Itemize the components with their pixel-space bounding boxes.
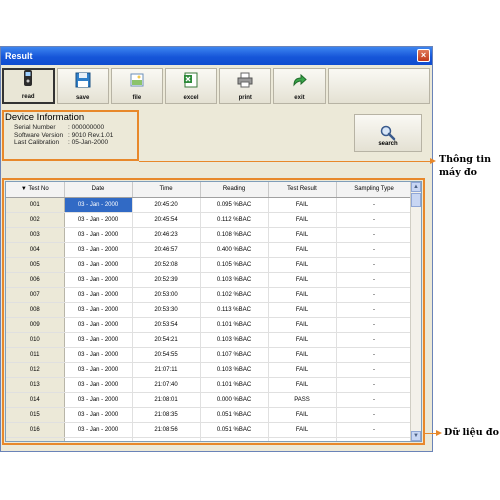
search-label: search (378, 141, 398, 147)
search-button[interactable]: search (354, 114, 422, 152)
magnifier-icon (380, 125, 396, 141)
toolbar-button-exit[interactable]: exit (273, 68, 326, 104)
excel-icon (183, 72, 199, 95)
toolbar-label: save (75, 95, 90, 101)
data-arrowhead (436, 430, 442, 436)
data-table-highlight (2, 178, 425, 445)
device-info-annotation: Thông tin máy đo (439, 153, 491, 179)
toolbar-button-print[interactable]: print (219, 68, 272, 104)
device-info-highlight (2, 110, 139, 161)
toolbar-label: exit (294, 95, 305, 101)
toolbar-spacer (327, 68, 430, 104)
annotation-line-2: máy đo (439, 167, 478, 178)
toolbar-label: excel (183, 95, 199, 101)
toolbar-button-read[interactable]: read (2, 68, 55, 104)
toolbar-label: file (132, 95, 142, 101)
screenshot-stage: Result × read save file excel print exit Devi… (0, 0, 500, 500)
printer-icon (237, 72, 253, 95)
floppy-icon (75, 72, 91, 95)
device-icon (21, 69, 35, 94)
toolbar-label: print (238, 95, 252, 101)
exit-arrow-icon (291, 72, 308, 95)
close-button[interactable]: × (417, 49, 430, 62)
device-info-arrowhead (430, 158, 436, 164)
data-annotation: Dữ liệu đo (444, 427, 499, 438)
toolbar-button-excel[interactable]: excel (164, 68, 218, 104)
toolbar: read save file excel print exit (2, 68, 430, 104)
title-bar[interactable]: Result × (1, 47, 432, 65)
device-info-arrow-line (139, 161, 433, 162)
toolbar-label: read (21, 94, 35, 100)
file-icon (129, 72, 145, 95)
annotation-line-1: Thông tin (439, 154, 492, 165)
toolbar-button-file[interactable]: file (110, 68, 163, 104)
toolbar-button-save[interactable]: save (56, 68, 109, 104)
window-title: Result (5, 51, 33, 61)
